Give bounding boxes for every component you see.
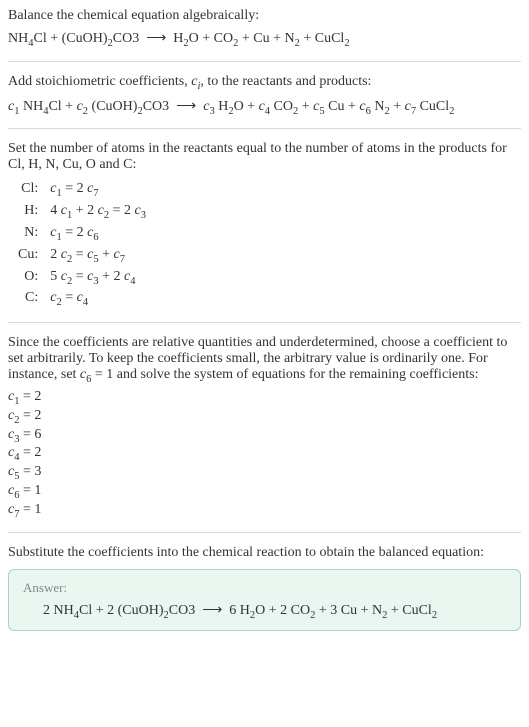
divider bbox=[8, 532, 521, 533]
atom-label: Cl: bbox=[12, 179, 44, 201]
atom-row: O:5 c2 = c3 + 2 c4 bbox=[12, 267, 152, 289]
intro-section: Balance the chemical equation algebraica… bbox=[8, 8, 521, 49]
atom-label: H: bbox=[12, 201, 44, 223]
substitute-section: Substitute the coefficients into the che… bbox=[8, 545, 521, 632]
answer-box: Answer: 2 NH4Cl + 2 (CuOH)2CO3 ⟶ 6 H2O +… bbox=[8, 569, 521, 632]
stoich-text: Add stoichiometric coefficients, ci, to … bbox=[8, 74, 521, 92]
atom-label: C: bbox=[12, 288, 44, 310]
atom-row: C:c2 = c4 bbox=[12, 288, 152, 310]
atom-equation: 4 c1 + 2 c2 = 2 c3 bbox=[44, 201, 152, 223]
atoms-section: Set the number of atoms in the reactants… bbox=[8, 141, 521, 310]
coef-item: c2 = 2 bbox=[8, 408, 521, 426]
atoms-table: Cl:c1 = 2 c7H:4 c1 + 2 c2 = 2 c3N:c1 = 2… bbox=[12, 179, 152, 310]
atom-equation: c2 = c4 bbox=[44, 288, 152, 310]
atom-row: Cl:c1 = 2 c7 bbox=[12, 179, 152, 201]
intro-text: Balance the chemical equation algebraica… bbox=[8, 8, 521, 24]
divider bbox=[8, 128, 521, 129]
atom-label: N: bbox=[12, 223, 44, 245]
atom-equation: 2 c2 = c5 + c7 bbox=[44, 245, 152, 267]
answer-equation: 2 NH4Cl + 2 (CuOH)2CO3 ⟶ 6 H2O + 2 CO2 +… bbox=[23, 602, 506, 621]
stoich-equation: c1 NH4Cl + c2 (CuOH)2CO3 ⟶ c3 H2O + c4 C… bbox=[8, 98, 521, 117]
atom-equation: c1 = 2 c7 bbox=[44, 179, 152, 201]
solve-section: Since the coefficients are relative quan… bbox=[8, 335, 521, 519]
atom-row: H:4 c1 + 2 c2 = 2 c3 bbox=[12, 201, 152, 223]
atom-equation: c1 = 2 c6 bbox=[44, 223, 152, 245]
solve-intro: Since the coefficients are relative quan… bbox=[8, 335, 521, 385]
answer-label: Answer: bbox=[23, 580, 506, 596]
substitute-intro: Substitute the coefficients into the che… bbox=[8, 545, 521, 561]
atom-label: Cu: bbox=[12, 245, 44, 267]
coef-item: c6 = 1 bbox=[8, 483, 521, 501]
atom-label: O: bbox=[12, 267, 44, 289]
coef-item: c4 = 2 bbox=[8, 445, 521, 463]
atoms-tbody: Cl:c1 = 2 c7H:4 c1 + 2 c2 = 2 c3N:c1 = 2… bbox=[12, 179, 152, 310]
coef-item: c3 = 6 bbox=[8, 427, 521, 445]
divider bbox=[8, 322, 521, 323]
stoich-section: Add stoichiometric coefficients, ci, to … bbox=[8, 74, 521, 117]
coef-item: c7 = 1 bbox=[8, 502, 521, 520]
coef-item: c1 = 2 bbox=[8, 389, 521, 407]
atom-row: Cu:2 c2 = c5 + c7 bbox=[12, 245, 152, 267]
coef-item: c5 = 3 bbox=[8, 464, 521, 482]
atom-equation: 5 c2 = c3 + 2 c4 bbox=[44, 267, 152, 289]
atoms-intro: Set the number of atoms in the reactants… bbox=[8, 141, 521, 173]
unbalanced-equation: NH4Cl + (CuOH)2CO3 ⟶ H2O + CO2 + Cu + N2… bbox=[8, 30, 521, 49]
divider bbox=[8, 61, 521, 62]
atom-row: N:c1 = 2 c6 bbox=[12, 223, 152, 245]
coef-list: c1 = 2c2 = 2c3 = 6c4 = 2c5 = 3c6 = 1c7 =… bbox=[8, 389, 521, 520]
